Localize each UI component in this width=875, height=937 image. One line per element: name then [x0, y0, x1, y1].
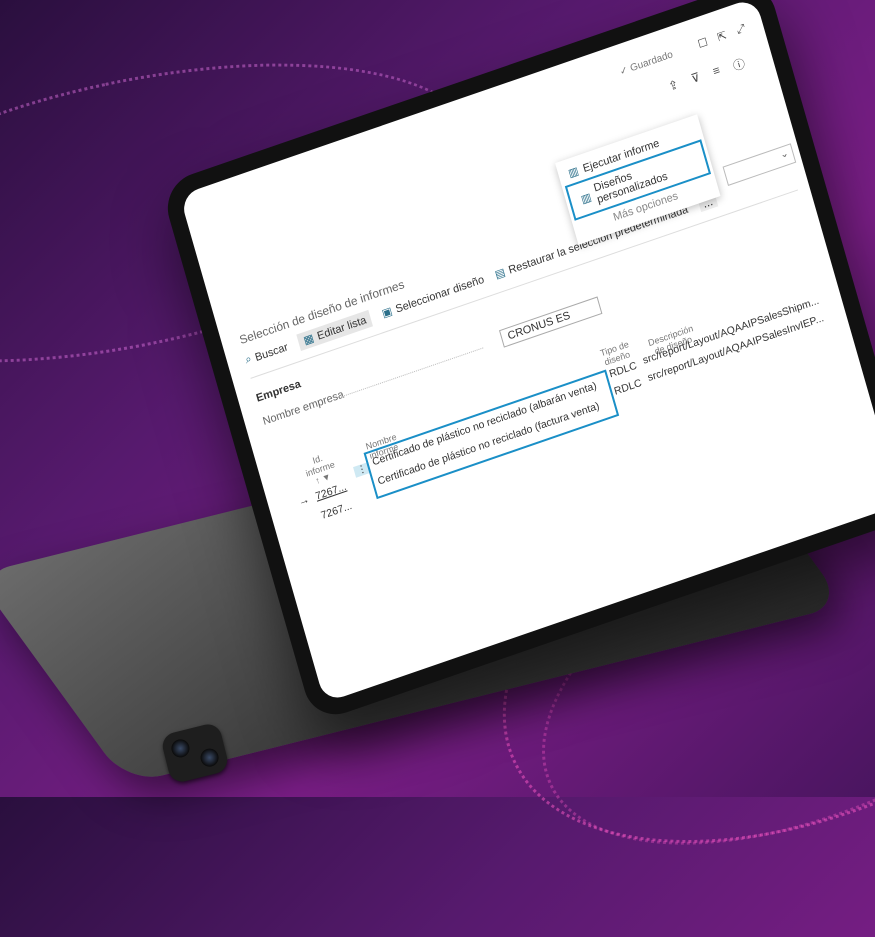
- current-row-arrow-icon: →: [297, 493, 311, 509]
- company-name-field[interactable]: CRONUS ES: [498, 296, 603, 348]
- share-icon[interactable]: ⇱: [716, 29, 728, 45]
- edit-list-icon: ▦: [302, 332, 316, 348]
- table-row-type: RDLC: [612, 376, 644, 398]
- highlight-box: [363, 369, 620, 500]
- saved-status: ✓ Guardado: [618, 49, 675, 78]
- list-icon[interactable]: ≡: [711, 63, 722, 82]
- info-icon[interactable]: ⓘ: [731, 54, 747, 74]
- share-icon[interactable]: ⇪: [667, 77, 681, 97]
- select-layout-label: Seleccionar diseño: [394, 273, 486, 316]
- sort-ascending-icon: ↑: [314, 474, 322, 486]
- filter-icon: ▼: [320, 471, 332, 484]
- company-section-label: Empresa: [254, 378, 303, 405]
- list-toolbar-icons: ⇪ ⊽ ≡ ⓘ: [667, 54, 747, 96]
- filter-icon[interactable]: ⊽: [689, 70, 702, 89]
- restore-icon: ▤: [493, 266, 507, 282]
- field-leader: [341, 347, 484, 398]
- table-row-id[interactable]: 7267...: [320, 500, 354, 522]
- search-icon: ⌕: [243, 352, 254, 367]
- expand-icon[interactable]: ⤢: [735, 22, 747, 37]
- bookmark-icon[interactable]: ☐: [696, 35, 710, 51]
- view-select[interactable]: ⌄: [722, 143, 797, 186]
- search-label: Buscar: [253, 340, 290, 364]
- chevron-down-icon: ⌄: [778, 147, 790, 162]
- select-layout-icon: ▣: [380, 305, 394, 321]
- report-icon: ▥: [579, 190, 593, 206]
- report-icon: ▥: [567, 165, 581, 181]
- search-button[interactable]: ⌕ Buscar: [244, 340, 290, 367]
